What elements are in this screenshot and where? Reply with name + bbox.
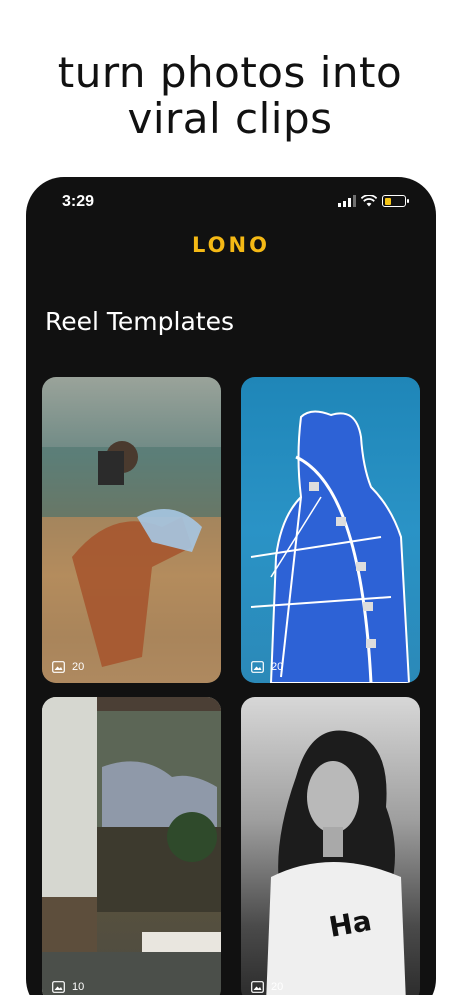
app-logo: LONO xyxy=(192,233,270,257)
image-icon xyxy=(52,981,65,993)
template-meta: 10 xyxy=(52,981,84,993)
cellular-signal-icon xyxy=(338,195,356,207)
headline-line-2: viral clips xyxy=(127,94,333,143)
template-photo-count: 20 xyxy=(271,661,284,673)
template-card[interactable]: 10 xyxy=(42,697,221,995)
template-photo-count: 20 xyxy=(72,661,85,673)
phone-screen: 3:29 LONO Reel Templates 20 20 10 Ha 20 xyxy=(26,177,436,995)
battery-icon xyxy=(382,195,409,207)
image-icon xyxy=(52,661,65,673)
template-photo-count: 10 xyxy=(72,981,85,993)
template-thumbnail xyxy=(42,441,221,683)
template-thumbnail xyxy=(250,410,411,683)
template-card[interactable]: 20 xyxy=(241,377,420,683)
template-meta: 20 xyxy=(251,981,283,993)
image-icon xyxy=(251,981,264,993)
section-title: Reel Templates xyxy=(45,307,235,336)
image-icon xyxy=(251,661,264,673)
wifi-icon xyxy=(361,195,377,207)
template-thumbnail: Ha xyxy=(266,730,406,995)
template-meta: 20 xyxy=(251,661,283,673)
marketing-headline: turn photos into viral clips xyxy=(0,50,460,142)
template-card[interactable]: Ha 20 xyxy=(241,697,420,995)
template-photo-count: 20 xyxy=(271,981,284,993)
headline-line-1: turn photos into xyxy=(57,48,403,97)
status-icons xyxy=(338,195,409,207)
template-card[interactable]: 20 xyxy=(42,377,221,683)
template-meta: 20 xyxy=(52,661,84,673)
status-time: 3:29 xyxy=(62,193,95,210)
template-thumbnail xyxy=(42,697,221,995)
